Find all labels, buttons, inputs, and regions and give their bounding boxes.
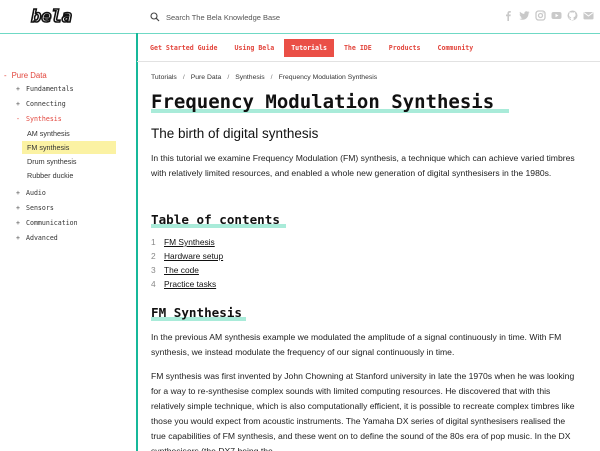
- search-input[interactable]: [166, 12, 366, 22]
- sidebar-item-connecting[interactable]: + Connecting: [16, 100, 66, 108]
- toc-number: 2: [151, 251, 156, 261]
- nav-using-bela[interactable]: Using Bela: [228, 39, 282, 57]
- expand-marker: +: [16, 204, 20, 212]
- collapse-marker: -: [4, 71, 7, 80]
- section-heading: FM Synthesis: [151, 305, 242, 320]
- toc-link-the-code[interactable]: The code: [164, 265, 199, 275]
- toc-link-fm-synthesis[interactable]: FM Synthesis: [164, 237, 215, 247]
- breadcrumb-link[interactable]: Pure Data: [191, 74, 222, 81]
- toc-link-practice-tasks[interactable]: Practice tasks: [164, 279, 216, 289]
- twitter-icon[interactable]: [519, 10, 530, 21]
- page-subtitle: The birth of digital synthesis: [151, 126, 319, 141]
- sidebar-sub-drum-synthesis[interactable]: Drum synthesis: [22, 155, 116, 168]
- nav-community[interactable]: Community: [431, 39, 481, 57]
- nav-products[interactable]: Products: [382, 39, 428, 57]
- nav-tutorials[interactable]: Tutorials: [284, 38, 334, 57]
- sidebar-sub-fm-synthesis[interactable]: FM synthesis: [22, 141, 116, 154]
- expand-marker: +: [16, 100, 20, 108]
- sidebar-item-pure-data[interactable]: - Pure Data: [4, 71, 47, 80]
- breadcrumb-link[interactable]: Tutorials: [151, 74, 177, 81]
- instagram-icon[interactable]: [535, 10, 546, 21]
- logo-text: bela: [31, 7, 72, 26]
- page-title: Frequency Modulation Synthesis: [151, 91, 495, 113]
- toc-number: 1: [151, 237, 156, 247]
- mail-icon[interactable]: [583, 10, 594, 21]
- sidebar-item-label: Synthesis: [26, 115, 62, 123]
- expand-marker: +: [16, 189, 20, 197]
- sidebar-item-label: Connecting: [26, 100, 66, 108]
- sidebar-item-label: Fundamentals: [26, 85, 74, 93]
- collapse-marker: -: [16, 115, 20, 123]
- sidebar-sub-rubber-duckie[interactable]: Rubber duckie: [22, 169, 116, 182]
- breadcrumb-separator: /: [270, 74, 273, 81]
- sidebar-sub-am-synthesis[interactable]: AM synthesis: [22, 127, 116, 140]
- sidebar-item-label: Audio: [26, 189, 46, 197]
- sidebar-item-communication[interactable]: + Communication: [16, 219, 78, 227]
- nav-the-ide[interactable]: The IDE: [337, 39, 379, 57]
- social-links: [503, 10, 594, 21]
- bela-logo[interactable]: bela: [30, 6, 74, 26]
- facebook-icon[interactable]: [503, 10, 514, 21]
- expand-marker: +: [16, 234, 20, 242]
- toc-item: 1 FM Synthesis: [151, 237, 215, 247]
- sidebar-item-label: Communication: [26, 219, 78, 227]
- sidebar-item-synthesis[interactable]: - Synthesis: [16, 115, 62, 123]
- sidebar-item-fundamentals[interactable]: + Fundamentals: [16, 85, 74, 93]
- toc-link-hardware-setup[interactable]: Hardware setup: [164, 251, 223, 261]
- expand-marker: +: [16, 85, 20, 93]
- toc-item: 2 Hardware setup: [151, 251, 223, 261]
- sidebar-item-audio[interactable]: + Audio: [16, 189, 46, 197]
- toc-item: 3 The code: [151, 265, 199, 275]
- breadcrumb-separator: /: [227, 74, 230, 81]
- search-icon: [150, 12, 160, 22]
- section-paragraph: FM synthesis was first invented by John …: [151, 371, 575, 451]
- nav-divider: [137, 61, 600, 62]
- breadcrumb-current: Frequency Modulation Synthesis: [278, 74, 378, 81]
- toc-number: 3: [151, 265, 156, 275]
- search-bar[interactable]: [150, 10, 366, 24]
- breadcrumb: Tutorials / Pure Data / Synthesis / Freq…: [151, 74, 377, 81]
- toc-number: 4: [151, 279, 156, 289]
- toc-item: 4 Practice tasks: [151, 279, 216, 289]
- breadcrumb-link[interactable]: Synthesis: [235, 74, 264, 81]
- main-nav: Get Started Guide Using Bela Tutorials T…: [137, 34, 600, 61]
- section-paragraph: In the previous AM synthesis example we …: [151, 332, 562, 357]
- sidebar-item-advanced[interactable]: + Advanced: [16, 234, 58, 242]
- youtube-icon[interactable]: [551, 10, 562, 21]
- logo-area: bela: [0, 0, 136, 33]
- sidebar-item-label: Pure Data: [11, 71, 47, 80]
- toc-heading: Table of contents: [151, 212, 280, 227]
- sidebar-item-label: Sensors: [26, 204, 54, 212]
- breadcrumb-separator: /: [182, 74, 185, 81]
- sidebar-item-label: Advanced: [26, 234, 58, 242]
- sidebar-item-sensors[interactable]: + Sensors: [16, 204, 54, 212]
- intro-paragraph: In this tutorial we examine Frequency Mo…: [151, 153, 575, 178]
- expand-marker: +: [16, 219, 20, 227]
- nav-get-started[interactable]: Get Started Guide: [143, 39, 225, 57]
- sidebar-divider: [136, 33, 138, 451]
- github-icon[interactable]: [567, 10, 578, 21]
